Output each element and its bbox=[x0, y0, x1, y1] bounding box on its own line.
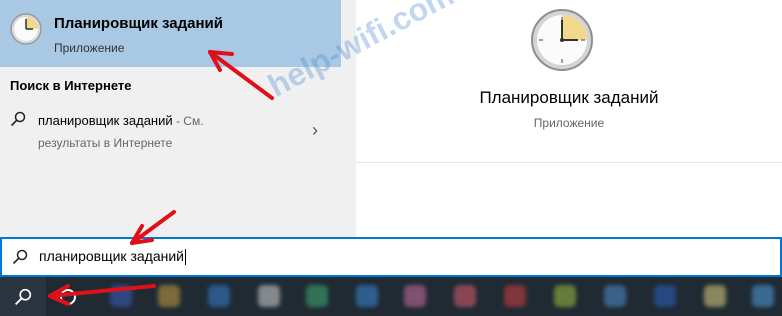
annotation-arrows bbox=[48, 50, 274, 306]
